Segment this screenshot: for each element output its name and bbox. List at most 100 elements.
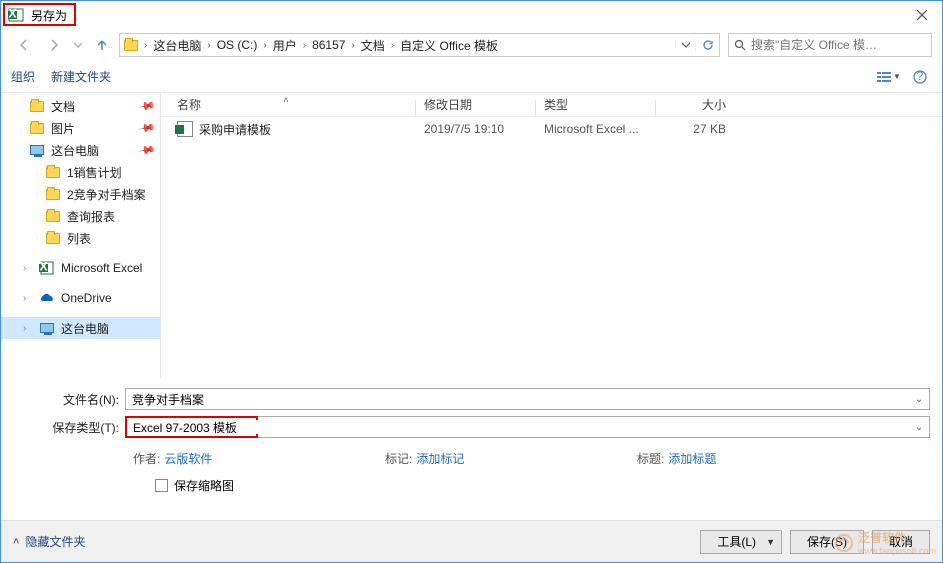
crumb-documents[interactable]: 文档 bbox=[357, 37, 389, 54]
crumb-drive[interactable]: OS (C:) bbox=[213, 38, 262, 52]
sidebar-item-label: 这台电脑 bbox=[51, 142, 99, 159]
folder-icon bbox=[45, 164, 61, 180]
tags-label: 标记: bbox=[385, 450, 412, 467]
address-bar[interactable]: › 这台电脑 › OS (C:) › 用户 › 86157 › 文档 › 自定义… bbox=[119, 33, 720, 57]
column-size[interactable]: 大小 bbox=[656, 96, 736, 113]
back-button[interactable] bbox=[11, 33, 37, 57]
filename-input[interactable] bbox=[132, 392, 911, 406]
chevron-right-icon: › bbox=[23, 263, 33, 274]
svg-text:X: X bbox=[8, 7, 16, 21]
chevron-down-icon: ▼ bbox=[766, 537, 775, 547]
pin-icon: 📌 bbox=[138, 141, 157, 160]
view-options-button[interactable]: ▼ bbox=[872, 66, 906, 88]
hide-folders-label: 隐藏文件夹 bbox=[25, 533, 85, 550]
column-type[interactable]: 类型 bbox=[536, 96, 656, 113]
toolbar: 组织 新建文件夹 ▼ ? bbox=[1, 61, 942, 93]
sidebar-item-this-pc-quick[interactable]: 这台电脑 📌 bbox=[1, 139, 160, 161]
crumb-this-pc[interactable]: 这台电脑 bbox=[149, 37, 205, 54]
sidebar-item-documents[interactable]: 文档📌 bbox=[1, 95, 160, 117]
sidebar-item-pictures[interactable]: 图片📌 bbox=[1, 117, 160, 139]
folder-icon bbox=[45, 186, 61, 202]
navigation-pane[interactable]: 文档📌 图片📌 这台电脑 📌 1销售计划 2竞争对手档案 查询报表 列表 › X Mi… bbox=[1, 93, 161, 378]
help-button[interactable]: ? bbox=[908, 66, 932, 88]
file-size-cell: 27 KB bbox=[656, 122, 736, 136]
column-name-label: 名称 bbox=[177, 98, 201, 112]
chevron-down-icon[interactable]: ⌄ bbox=[911, 422, 927, 433]
folder-icon bbox=[45, 230, 61, 246]
crumb-custom-templates[interactable]: 自定义 Office 模板 bbox=[396, 37, 502, 54]
hide-folders-toggle[interactable]: ˄隐藏文件夹 bbox=[13, 533, 85, 550]
monitor-icon bbox=[39, 320, 55, 336]
filename-combo[interactable]: ⌄ bbox=[125, 388, 930, 410]
excel-file-icon bbox=[177, 121, 193, 137]
excel-app-icon: X bbox=[7, 6, 25, 24]
recent-dropdown[interactable] bbox=[71, 33, 85, 57]
save-thumbnail-label: 保存缩略图 bbox=[174, 477, 234, 494]
author-value[interactable]: 云版软件 bbox=[164, 450, 212, 467]
sidebar-item-label: 1销售计划 bbox=[67, 164, 122, 181]
tags-value[interactable]: 添加标记 bbox=[416, 450, 464, 467]
svg-text:?: ? bbox=[917, 70, 924, 83]
search-input[interactable] bbox=[751, 34, 931, 56]
file-row[interactable]: 采购申请模板 2019/7/5 19:10 Microsoft Excel ..… bbox=[161, 117, 942, 141]
excel-icon: X bbox=[39, 260, 55, 276]
sidebar-item-sales-plan[interactable]: 1销售计划 bbox=[1, 161, 160, 183]
up-button[interactable] bbox=[89, 33, 115, 57]
window-title: 另存为 bbox=[31, 7, 67, 24]
file-list-area: 名称 ˄ 修改日期 类型 大小 采购申请模板 2019/7/5 19:10 Mic… bbox=[161, 93, 942, 378]
sidebar-item-query-report[interactable]: 查询报表 bbox=[1, 205, 160, 227]
sidebar-item-label: 2竞争对手档案 bbox=[67, 186, 146, 203]
crumb-users[interactable]: 用户 bbox=[269, 37, 301, 54]
filename-label: 文件名(N): bbox=[13, 391, 125, 408]
sidebar-item-label: 查询报表 bbox=[67, 208, 115, 225]
pin-icon: 📌 bbox=[138, 119, 157, 138]
address-history-dropdown[interactable] bbox=[675, 41, 695, 49]
sort-asc-icon: ˄ bbox=[283, 95, 288, 105]
tools-label: 工具(L) bbox=[717, 533, 756, 550]
metadata-row: 作者:云版软件 标记:添加标记 标题:添加标题 bbox=[13, 444, 930, 473]
chevron-right-icon: › bbox=[261, 40, 268, 51]
organize-menu[interactable]: 组织 bbox=[11, 68, 35, 85]
sidebar-root-this-pc[interactable]: ›这台电脑 bbox=[1, 317, 160, 339]
column-date[interactable]: 修改日期 bbox=[416, 96, 536, 113]
chevron-right-icon: › bbox=[349, 40, 356, 51]
filetype-combo-highlighted[interactable] bbox=[125, 416, 258, 438]
author-label: 作者: bbox=[133, 450, 160, 467]
sidebar-item-competitor[interactable]: 2竞争对手档案 bbox=[1, 183, 160, 205]
file-name-label: 采购申请模板 bbox=[199, 121, 271, 138]
column-headers[interactable]: 名称 ˄ 修改日期 类型 大小 bbox=[161, 93, 942, 117]
monitor-icon bbox=[29, 142, 45, 158]
forward-button[interactable] bbox=[41, 33, 67, 57]
chevron-down-icon[interactable]: ⌄ bbox=[911, 394, 927, 405]
folder-icon bbox=[29, 98, 45, 114]
save-button[interactable]: 保存(S) bbox=[790, 530, 864, 554]
chevron-down-icon: ▼ bbox=[893, 72, 901, 81]
refresh-button[interactable] bbox=[695, 39, 719, 51]
filetype-combo-rest[interactable]: ⌄ bbox=[258, 416, 930, 438]
filetype-label: 保存类型(T): bbox=[13, 419, 125, 436]
sidebar-root-onedrive[interactable]: ›OneDrive bbox=[1, 287, 160, 309]
save-thumbnail-checkbox[interactable] bbox=[155, 479, 168, 492]
titlemeta-value[interactable]: 添加标题 bbox=[668, 450, 716, 467]
folder-icon bbox=[29, 120, 45, 136]
sidebar-root-excel[interactable]: › X Microsoft Excel bbox=[1, 257, 160, 279]
sidebar-item-label: Microsoft Excel bbox=[61, 261, 142, 275]
file-type-cell: Microsoft Excel ... bbox=[536, 122, 656, 136]
crumb-user[interactable]: 86157 bbox=[308, 38, 349, 52]
folder-icon bbox=[120, 40, 142, 51]
file-name-cell: 采购申请模板 bbox=[161, 121, 416, 138]
cancel-button[interactable]: 取消 bbox=[872, 530, 930, 554]
column-name[interactable]: 名称 ˄ bbox=[161, 96, 416, 113]
titlemeta-label: 标题: bbox=[637, 450, 664, 467]
tools-button[interactable]: 工具(L) ▼ bbox=[700, 530, 782, 554]
filename-row: 文件名(N): ⌄ bbox=[13, 388, 930, 410]
search-box[interactable] bbox=[728, 33, 932, 57]
sidebar-item-list[interactable]: 列表 bbox=[1, 227, 160, 249]
chevron-right-icon: › bbox=[301, 40, 308, 51]
title-bar: X 另存为 bbox=[1, 1, 942, 29]
chevron-right-icon: › bbox=[142, 40, 149, 51]
close-button[interactable] bbox=[902, 1, 942, 29]
breadcrumb-path[interactable]: › 这台电脑 › OS (C:) › 用户 › 86157 › 文档 › 自定义… bbox=[142, 37, 675, 54]
file-date-cell: 2019/7/5 19:10 bbox=[416, 122, 536, 136]
new-folder-button[interactable]: 新建文件夹 bbox=[51, 68, 111, 85]
